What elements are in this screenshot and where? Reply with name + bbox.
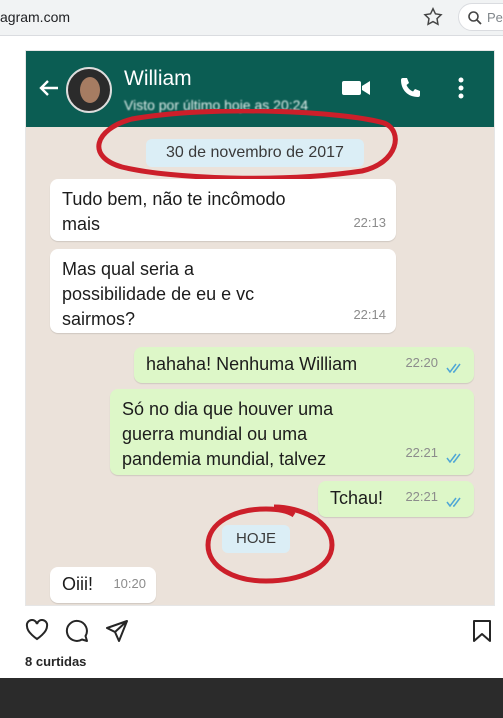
bookmark-star-icon[interactable] [422,6,444,28]
message-text: Só no dia que houver uma [122,399,334,419]
browser-address-bar: agram.com Pe [0,0,503,36]
message-time: 22:21 [405,489,438,504]
message-time: 22:14 [353,307,386,322]
search-placeholder: Pe [487,10,503,25]
message-bubble-incoming[interactable]: Oiii! 10:20 [50,567,156,603]
more-options-icon [458,77,464,104]
message-text: Mas qual seria a [62,259,195,279]
message-time: 22:21 [405,445,438,460]
post-image: William Visto por último hoje as 20:24 3… [25,50,495,606]
message-bubble-incoming[interactable]: Tudo bem, não te incômodo mais 22:13 [50,179,396,241]
read-ticks-icon [446,497,461,507]
comment-icon[interactable] [65,619,89,648]
message-text: guerra mundial ou uma [122,424,308,444]
message-text: sairmos? [62,309,136,329]
read-ticks-icon [446,363,461,373]
message-time: 22:20 [405,355,438,370]
message-bubble-outgoing[interactable]: hahaha! Nenhuma William 22:20 [134,347,474,383]
message-bubble-outgoing[interactable]: Tchau! 22:21 [318,481,474,517]
message-text: Oiii! [62,574,93,594]
url-text[interactable]: agram.com [0,9,70,25]
heart-icon[interactable] [25,618,49,646]
red-circle-annotation [205,504,335,584]
bottom-bar [0,678,503,718]
avatar [66,67,112,113]
contact-name: William [124,67,192,90]
likes-count[interactable]: 8 curtidas [25,654,86,669]
message-text: hahaha! Nenhuma William [146,354,358,374]
message-bubble-incoming[interactable]: Mas qual seria a possibilidade de eu e v… [50,249,396,333]
message-text: possibilidade de eu e vc [62,284,255,304]
search-input[interactable]: Pe [458,3,503,31]
message-text: pandemia mundial, talvez [122,449,327,469]
red-circle-annotation [96,109,398,181]
phone-call-icon [398,76,422,105]
back-arrow-icon [38,77,60,104]
message-text: mais [62,214,101,234]
video-call-icon [341,78,371,103]
message-time: 22:13 [353,215,386,230]
message-bubble-outgoing[interactable]: Só no dia que houver uma guerra mundial … [110,389,474,475]
message-text: Tudo bem, não te incômodo [62,189,286,209]
search-icon [468,11,482,25]
message-time: 10:20 [113,576,146,591]
bookmark-icon[interactable] [472,619,492,648]
share-icon[interactable] [105,619,129,648]
read-ticks-icon [446,453,461,463]
message-text: Tchau! [330,488,384,508]
